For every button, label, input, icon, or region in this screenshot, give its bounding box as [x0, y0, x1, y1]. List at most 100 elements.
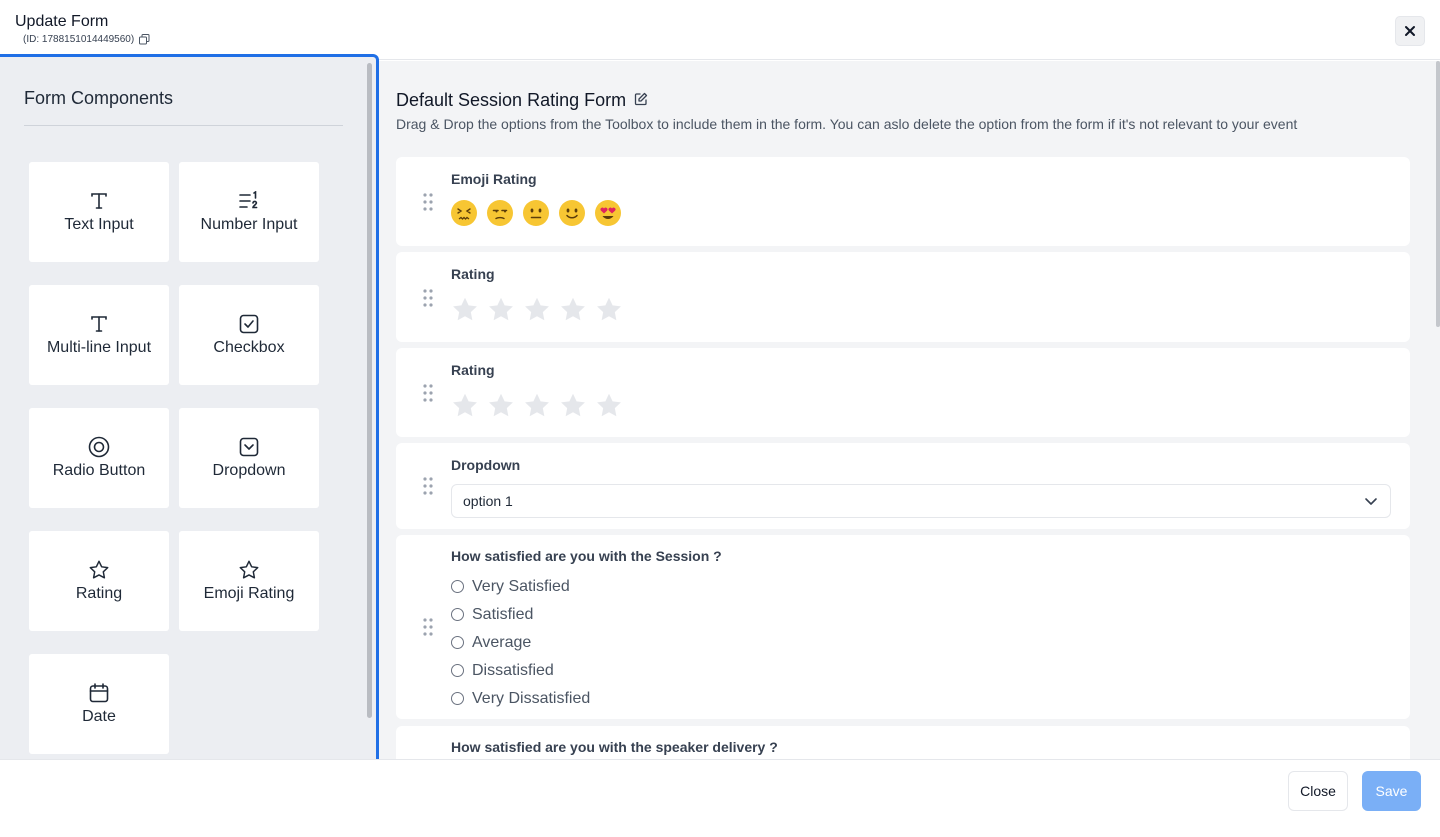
number-list-icon [238, 190, 260, 212]
tool-radio-button[interactable]: Radio Button [29, 408, 169, 508]
tool-label: Number Input [200, 216, 298, 233]
radio-circle[interactable] [451, 636, 464, 649]
radio-option[interactable]: Dissatisfied [451, 661, 590, 680]
star-icon [88, 559, 110, 581]
emoji-rating [451, 200, 621, 226]
radio-label: Dissatisfied [472, 661, 554, 679]
star-rating [451, 392, 623, 420]
radio-circle[interactable] [451, 692, 464, 705]
star-icon[interactable] [559, 296, 587, 324]
radio-option[interactable]: Very Satisfied [451, 577, 590, 596]
form-field-card[interactable]: Dropdown option 1 [396, 443, 1410, 529]
star-icon[interactable] [523, 392, 551, 420]
field-label: Rating [451, 266, 495, 282]
radio-label: Very Satisfied [472, 577, 570, 595]
star-icon[interactable] [487, 296, 515, 324]
radio-label: Satisfied [472, 605, 534, 623]
field-label: Dropdown [451, 457, 521, 473]
form-id-text: (ID: 1788151014449560) [23, 34, 135, 45]
form-id: (ID: 1788151014449560) [23, 34, 150, 45]
star-icon[interactable] [559, 392, 587, 420]
dropdown-select[interactable]: option 1 [451, 484, 1391, 518]
form-title: Default Session Rating Form [396, 90, 648, 111]
emoji-smile-icon[interactable] [559, 200, 585, 226]
form-title-text: Default Session Rating Form [396, 90, 627, 110]
page-title: Update Form [15, 13, 109, 30]
tool-label: Dropdown [212, 462, 286, 479]
star-icon[interactable] [523, 296, 551, 324]
form-field-card[interactable]: How satisfied are you with the Session ?… [396, 535, 1410, 719]
drag-handle-icon[interactable] [423, 618, 433, 636]
tool-checkbox[interactable]: Checkbox [179, 285, 319, 385]
form-description: Drag & Drop the options from the Toolbox… [396, 116, 1298, 132]
copy-icon[interactable] [139, 34, 150, 45]
tool-label: Radio Button [52, 462, 146, 479]
star-icon [238, 559, 260, 581]
radio-option[interactable]: Satisfied [451, 605, 590, 624]
tool-number-input[interactable]: Number Input [179, 162, 319, 262]
close-modal-button[interactable] [1395, 16, 1425, 46]
radio-circle[interactable] [451, 608, 464, 621]
radio-label: Average [472, 633, 532, 651]
form-field-card[interactable]: Rating [396, 252, 1410, 342]
field-label: Emoji Rating [451, 171, 537, 187]
form-field-card[interactable]: How satisfied are you with the speaker d… [396, 726, 1410, 759]
chevron-down-icon [1365, 498, 1377, 505]
tool-label: Emoji Rating [203, 585, 295, 602]
field-label: Rating [451, 362, 495, 378]
dropdown-icon [238, 436, 260, 458]
radio-icon [88, 436, 110, 458]
checkbox-icon [238, 313, 260, 335]
tool-label: Rating [75, 585, 123, 602]
tool-text-input[interactable]: Text Input [29, 162, 169, 262]
drag-handle-icon[interactable] [423, 384, 433, 402]
toolbox-title: Form Components [24, 88, 174, 108]
radio-option[interactable]: Average [451, 633, 590, 652]
modal-header: Update Form (ID: 1788151014449560) [0, 0, 1440, 60]
tool-label: Multi-line Input [46, 339, 152, 356]
tool-dropdown[interactable]: Dropdown [179, 408, 319, 508]
close-icon [1405, 26, 1415, 36]
radio-group: Very Satisfied Satisfied Average Dissati… [451, 577, 590, 708]
tool-date[interactable]: Date [29, 654, 169, 754]
text-icon [88, 313, 110, 335]
close-button[interactable]: Close [1288, 771, 1348, 811]
emoji-neutral-icon[interactable] [523, 200, 549, 226]
radio-circle[interactable] [451, 664, 464, 677]
star-rating [451, 296, 623, 324]
field-label: How satisfied are you with the Session ? [451, 548, 722, 564]
dropdown-value: option 1 [463, 493, 513, 509]
radio-label: Very Dissatisfied [472, 689, 591, 707]
drag-handle-icon[interactable] [423, 477, 433, 495]
emoji-unamused-icon[interactable] [487, 200, 513, 226]
tool-label: Checkbox [213, 339, 285, 356]
star-icon[interactable] [487, 392, 515, 420]
form-field-card[interactable]: Emoji Rating [396, 157, 1410, 246]
form-scrollbar[interactable] [1436, 61, 1440, 327]
text-icon [88, 190, 110, 212]
star-icon[interactable] [595, 392, 623, 420]
tool-emoji-rating[interactable]: Emoji Rating [179, 531, 319, 631]
form-canvas: Default Session Rating Form Drag & Drop … [379, 61, 1440, 759]
tool-label: Date [82, 708, 116, 725]
star-icon[interactable] [451, 392, 479, 420]
toolbox-panel: Form Components Text Input Number Input … [0, 54, 379, 766]
drag-handle-icon[interactable] [423, 193, 433, 211]
star-icon[interactable] [595, 296, 623, 324]
tool-multiline-input[interactable]: Multi-line Input [29, 285, 169, 385]
form-field-card[interactable]: Rating [396, 348, 1410, 437]
modal-footer: Close Save [0, 759, 1440, 837]
radio-option[interactable]: Very Dissatisfied [451, 689, 590, 708]
edit-icon[interactable] [634, 90, 648, 111]
emoji-heart-eyes-icon[interactable] [595, 200, 621, 226]
save-button[interactable]: Save [1362, 771, 1421, 811]
divider [24, 125, 343, 126]
toolbox-scrollbar[interactable] [367, 63, 372, 718]
tool-rating[interactable]: Rating [29, 531, 169, 631]
drag-handle-icon[interactable] [423, 289, 433, 307]
field-label: How satisfied are you with the speaker d… [451, 739, 778, 755]
star-icon[interactable] [451, 296, 479, 324]
calendar-icon [88, 682, 110, 704]
radio-circle[interactable] [451, 580, 464, 593]
emoji-confounded-icon[interactable] [451, 200, 477, 226]
